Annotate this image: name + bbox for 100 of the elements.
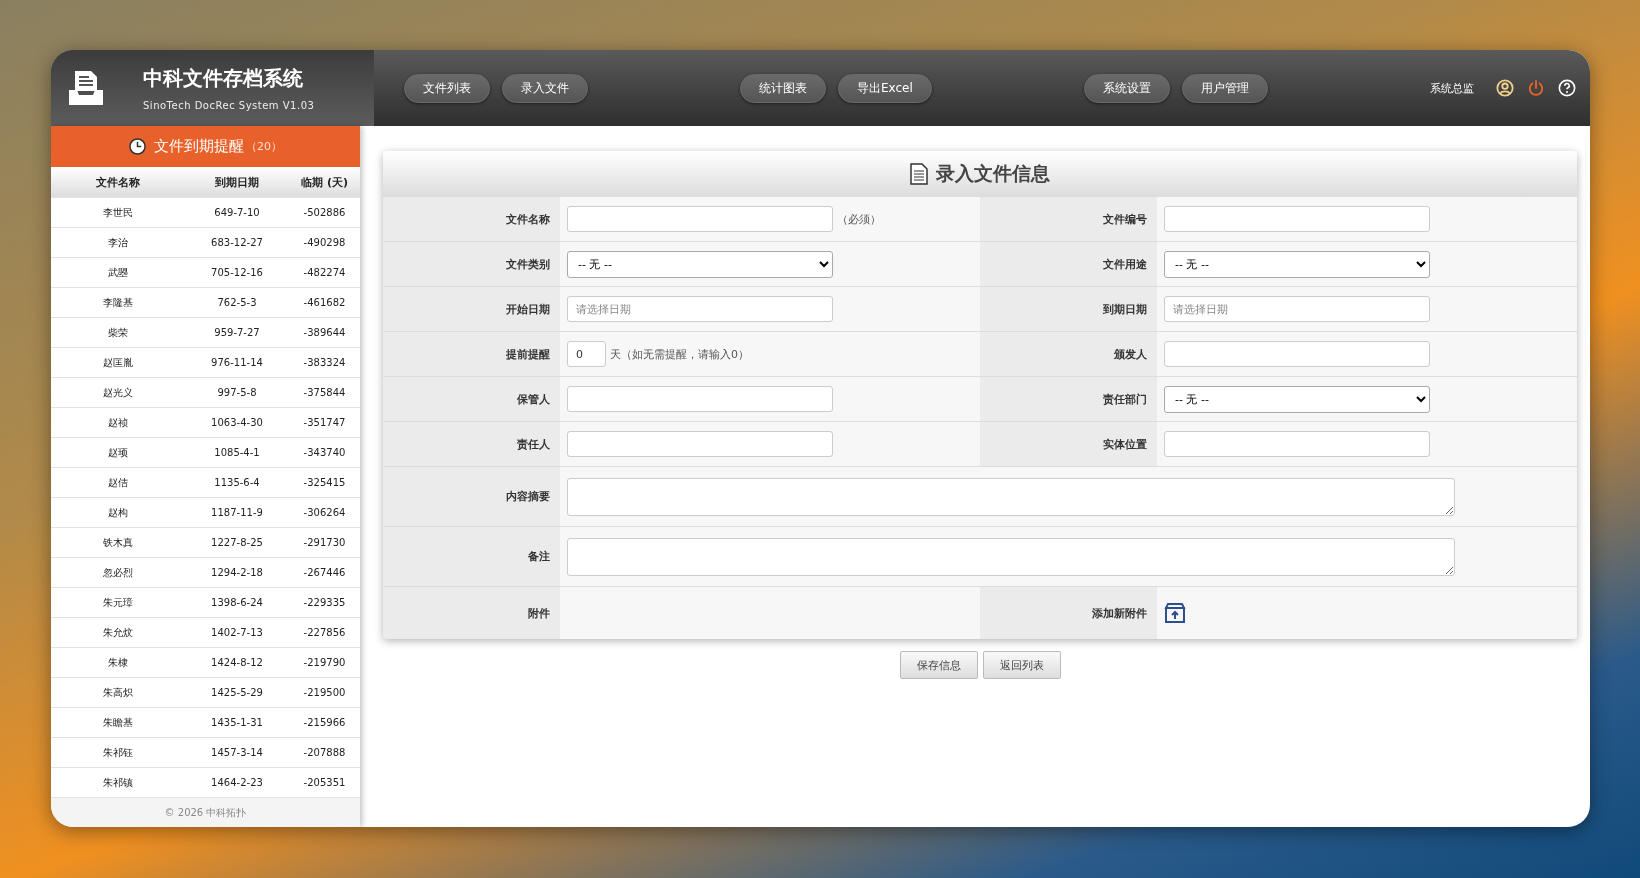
- field-label: 文件名称: [383, 197, 560, 241]
- table-cell-text: 李治: [107, 235, 129, 250]
- field-label: 开始日期: [383, 287, 560, 331]
- field-label: 内容摘要: [383, 467, 560, 526]
- table-cell-text: 赵佶: [107, 475, 129, 490]
- help-icon[interactable]: [1558, 79, 1576, 97]
- table-cell-text: 朱祁钰: [102, 745, 134, 760]
- select-field[interactable]: -- 无 --: [567, 250, 833, 278]
- text-area[interactable]: [567, 477, 1455, 516]
- table-cell-text: 朱允炆: [102, 625, 134, 640]
- document-icon: [910, 162, 928, 185]
- table-cell-text: -351747: [302, 417, 347, 428]
- field-label: 颁发人: [980, 332, 1157, 376]
- table-cell-text: 1227-8-25: [210, 537, 264, 548]
- table-cell-text: 1398-6-24: [210, 597, 264, 608]
- table-cell-text: -502886: [302, 207, 347, 218]
- field-label: 保管人: [383, 377, 560, 421]
- select-field[interactable]: -- 无 --: [1164, 250, 1430, 278]
- field-label: 到期日期: [980, 287, 1157, 331]
- reminder-title: 文件到期提醒: [154, 137, 244, 156]
- table-cell-text: 1294-2-18: [210, 567, 264, 578]
- text-field[interactable]: [567, 386, 833, 412]
- table-cell-text: 705-12-16: [210, 267, 264, 278]
- table-cell-text: 762-5-3: [216, 297, 258, 308]
- table-cell-text: 朱棣: [107, 655, 129, 670]
- table-cell-text: 武曌: [107, 265, 129, 280]
- table-cell-text: 朱元璋: [102, 595, 134, 610]
- table-cell-text: 忽必烈: [102, 565, 134, 580]
- field-label: 附件: [383, 587, 560, 639]
- table-cell-text: 1085-4-1: [213, 447, 261, 458]
- action-button[interactable]: 返回列表: [982, 651, 1061, 679]
- field-label: 提前提醒: [383, 332, 560, 376]
- select-field[interactable]: -- 无 --: [1164, 385, 1430, 413]
- column-header: 临期 (天): [300, 174, 349, 190]
- text-field[interactable]: 请选择日期: [567, 296, 833, 322]
- number-field[interactable]: 0: [567, 341, 606, 367]
- table-cell-text: 李世民: [102, 205, 134, 220]
- table-cell-text: 683-12-27: [210, 237, 264, 248]
- text-field[interactable]: [567, 431, 833, 457]
- field-note: （必须）: [837, 211, 881, 227]
- table-cell-text: -219500: [302, 687, 347, 698]
- text-field[interactable]: [1164, 431, 1430, 457]
- table-cell-text: 铁木真: [102, 535, 134, 550]
- table-cell-text: 朱瞻基: [102, 715, 134, 730]
- table-cell-text: -461682: [302, 297, 347, 308]
- table-cell-text: 997-5-8: [216, 387, 258, 398]
- text-field[interactable]: 请选择日期: [1164, 296, 1430, 322]
- app-title: 中科文件存档系统: [143, 65, 304, 92]
- text-area[interactable]: [567, 537, 1455, 576]
- table-cell-text: 1135-6-4: [213, 477, 261, 488]
- table-cell-text: -306264: [302, 507, 347, 518]
- nav-button[interactable]: 系统设置: [1083, 73, 1170, 103]
- table-cell-text: 赵构: [107, 505, 129, 520]
- copyright-text: © 2026 中科拓扑: [164, 805, 247, 820]
- form-title: 录入文件信息: [936, 160, 1050, 186]
- field-label: 责任部门: [980, 377, 1157, 421]
- nav-button[interactable]: 导出Excel: [838, 73, 932, 103]
- table-cell-text: 1063-4-30: [210, 417, 264, 428]
- table-cell-text: 1187-11-9: [210, 507, 264, 518]
- app-subtitle: SinoTech DocRec System V1.03: [143, 100, 315, 111]
- table-cell-text: -207888: [302, 747, 347, 758]
- upload-icon[interactable]: [1164, 602, 1186, 624]
- column-header: 到期日期: [214, 174, 260, 190]
- table-cell-text: 1402-7-13: [210, 627, 264, 638]
- field-label: 文件类别: [383, 242, 560, 286]
- field-note: 天（如无需提醒，请输入0）: [610, 346, 749, 362]
- table-cell-text: -325415: [302, 477, 347, 488]
- table-cell-text: -215966: [302, 717, 347, 728]
- column-header: 文件名称: [95, 174, 141, 190]
- table-cell-text: 朱高炽: [102, 685, 134, 700]
- field-label: 实体位置: [980, 422, 1157, 466]
- nav-button[interactable]: 统计图表: [740, 73, 826, 103]
- field-label: 备注: [383, 527, 560, 586]
- table-cell-text: 1435-1-31: [210, 717, 264, 728]
- table-cell-text: -219790: [302, 657, 347, 668]
- table-cell-text: -343740: [302, 447, 347, 458]
- table-cell-text: -490298: [302, 237, 347, 248]
- table-cell-text: 赵祯: [107, 415, 129, 430]
- table-cell-text: -205351: [302, 777, 347, 788]
- table-cell-text: -389644: [302, 327, 347, 338]
- text-field[interactable]: [1164, 206, 1430, 232]
- text-field[interactable]: [1164, 341, 1430, 367]
- action-button[interactable]: 保存信息: [899, 651, 978, 679]
- user-icon[interactable]: [1496, 79, 1514, 97]
- table-cell-text: 1464-2-23: [210, 777, 264, 788]
- nav-button[interactable]: 文件列表: [404, 73, 490, 103]
- clock-icon: [129, 138, 146, 155]
- table-cell-text: -227856: [302, 627, 347, 638]
- table-cell-text: 柴荣: [107, 325, 129, 340]
- table-cell-text: 赵匡胤: [102, 355, 134, 370]
- table-cell-text: 649-7-10: [213, 207, 261, 218]
- nav-button[interactable]: 录入文件: [502, 73, 588, 103]
- table-cell-text: 1424-8-12: [210, 657, 264, 668]
- table-cell-text: -383324: [302, 357, 347, 368]
- text-field[interactable]: [567, 206, 833, 232]
- power-icon[interactable]: [1528, 79, 1544, 97]
- table-cell-text: 1457-3-14: [210, 747, 264, 758]
- file-drawer-icon: [67, 70, 105, 106]
- table-cell-text: -375844: [302, 387, 347, 398]
- nav-button[interactable]: 用户管理: [1181, 73, 1268, 103]
